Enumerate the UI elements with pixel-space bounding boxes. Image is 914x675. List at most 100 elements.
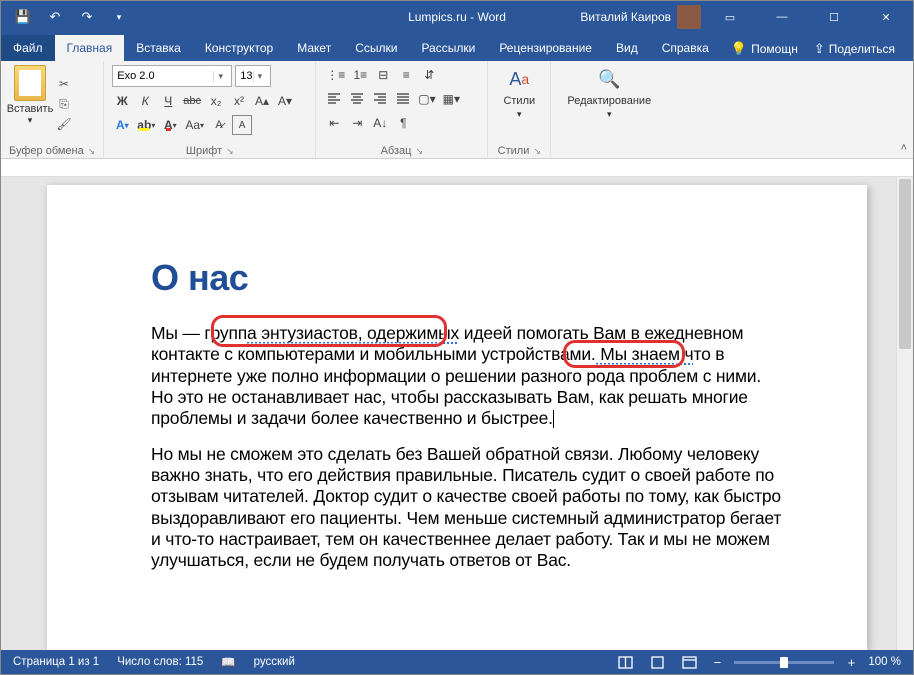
align-right-button[interactable] bbox=[370, 89, 390, 109]
change-case-button[interactable]: Aa▾ bbox=[183, 115, 206, 135]
grammar-squiggle-2[interactable]: Мы знаем ч bbox=[596, 344, 694, 364]
tab-layout[interactable]: Макет bbox=[285, 35, 343, 61]
status-wordcount[interactable]: Число слов: 115 bbox=[117, 656, 203, 668]
editing-button[interactable]: 🔍 Редактирование ▾ bbox=[559, 65, 659, 155]
grow-font-button[interactable]: A▴ bbox=[252, 91, 272, 111]
collapse-ribbon-icon[interactable]: ˄ bbox=[901, 142, 907, 154]
status-language[interactable]: русский bbox=[254, 656, 295, 668]
ruler[interactable] bbox=[1, 159, 913, 177]
align-left-button[interactable]: ≡ bbox=[396, 65, 416, 85]
group-styles-label: Стили bbox=[498, 145, 530, 157]
zoom-in-button[interactable]: + bbox=[844, 655, 858, 670]
font-launcher-icon[interactable]: ↘ bbox=[226, 146, 234, 157]
status-page[interactable]: Страница 1 из 1 bbox=[13, 656, 99, 668]
numbering-button[interactable]: 1≡ bbox=[350, 65, 370, 85]
paragraph-2: Но мы не сможем это сделать без Вашей об… bbox=[151, 444, 787, 572]
text-effects-button[interactable]: A▾ bbox=[112, 115, 132, 135]
group-editing: 🔍 Редактирование ▾ bbox=[551, 61, 667, 159]
bullets-button[interactable]: ⋮≡ bbox=[324, 65, 347, 85]
cut-icon[interactable]: ✂ bbox=[54, 75, 74, 93]
shrink-font-button[interactable]: A▾ bbox=[275, 91, 295, 111]
show-marks-button[interactable]: ¶ bbox=[393, 113, 413, 133]
minimize-button[interactable]: — bbox=[759, 1, 805, 33]
align-left-button[interactable] bbox=[324, 89, 344, 109]
vertical-scrollbar[interactable] bbox=[896, 177, 913, 650]
justify-button[interactable] bbox=[393, 89, 413, 109]
tab-review[interactable]: Рецензирование bbox=[487, 35, 604, 61]
font-size-select[interactable]: 13▾ bbox=[235, 65, 271, 87]
zoom-out-button[interactable]: − bbox=[710, 655, 724, 670]
bold-button[interactable]: Ж bbox=[112, 91, 132, 111]
subscript-button[interactable]: x₂ bbox=[206, 91, 226, 111]
copy-icon[interactable]: ⎘ bbox=[54, 95, 74, 113]
tab-references[interactable]: Ссылки bbox=[343, 35, 409, 61]
tab-help[interactable]: Справка bbox=[650, 35, 721, 61]
qat-dropdown-icon[interactable]: ▾ bbox=[105, 3, 133, 31]
group-styles: Aa Стили ▾ Стили↘ bbox=[488, 61, 551, 159]
grammar-squiggle-1[interactable]: а энтузиастов, одержимых bbox=[247, 323, 459, 343]
group-clipboard: Вставить ▾ ✂ ⎘ 🖌 Буфер обмена↘ bbox=[1, 61, 104, 159]
read-mode-icon[interactable] bbox=[614, 653, 636, 671]
borders-button[interactable]: ▦▾ bbox=[441, 89, 462, 109]
redo-icon[interactable]: ↷ bbox=[73, 3, 101, 31]
paragraph-1: Мы — группа энтузиастов, одержимых идеей… bbox=[151, 323, 787, 430]
format-painter-icon[interactable]: 🖌 bbox=[54, 115, 74, 133]
group-font-label: Шрифт bbox=[186, 145, 222, 157]
share-button[interactable]: ⇪ Поделиться bbox=[808, 37, 901, 61]
heading: О нас bbox=[151, 257, 787, 299]
scroll-thumb[interactable] bbox=[899, 179, 911, 349]
align-center-button[interactable] bbox=[347, 89, 367, 109]
paste-button[interactable]: Вставить ▾ bbox=[9, 65, 51, 143]
maximize-button[interactable]: ☐ bbox=[811, 1, 857, 33]
ribbon: Вставить ▾ ✂ ⎘ 🖌 Буфер обмена↘ Exo 2.0▾ … bbox=[1, 61, 913, 159]
line-spacing-button[interactable]: ⇵ bbox=[419, 65, 439, 85]
chevron-down-icon: ▾ bbox=[253, 71, 267, 82]
lightbulb-icon: 💡 bbox=[731, 41, 747, 57]
multilevel-button[interactable]: ⊟ bbox=[373, 65, 393, 85]
quick-access-toolbar: 💾 ↶ ↷ ▾ bbox=[1, 3, 133, 31]
tab-file[interactable]: Файл bbox=[1, 35, 55, 61]
decrease-indent-button[interactable]: ⇤ bbox=[324, 113, 344, 133]
tell-me-button[interactable]: 💡 Помощн bbox=[725, 37, 804, 61]
print-layout-icon[interactable] bbox=[646, 653, 668, 671]
window-title: Lumpics.ru - Word bbox=[408, 10, 506, 24]
paragraph-launcher-icon[interactable]: ↘ bbox=[415, 146, 423, 157]
zoom-level[interactable]: 100 % bbox=[868, 656, 901, 668]
styles-launcher-icon[interactable]: ↘ bbox=[533, 146, 541, 157]
proofing-icon[interactable]: 📖 bbox=[221, 655, 235, 669]
tab-home[interactable]: Главная bbox=[55, 35, 125, 61]
page[interactable]: О нас Мы — группа энтузиастов, одержимых… bbox=[47, 185, 867, 650]
highlight-button[interactable]: ab▾ bbox=[135, 115, 157, 135]
group-font: Exo 2.0▾ 13▾ Ж К Ч abc x₂ x² A▴ A▾ A▾ ab… bbox=[104, 61, 316, 159]
ribbon-options-icon[interactable]: ▭ bbox=[707, 1, 753, 33]
web-layout-icon[interactable] bbox=[678, 653, 700, 671]
save-icon[interactable]: 💾 bbox=[9, 3, 37, 31]
tab-design[interactable]: Конструктор bbox=[193, 35, 285, 61]
strikethrough-button[interactable]: abc bbox=[181, 91, 203, 111]
superscript-button[interactable]: x² bbox=[229, 91, 249, 111]
tab-insert[interactable]: Вставка bbox=[124, 35, 193, 61]
clear-formatting-button[interactable]: A̷ bbox=[209, 115, 229, 135]
undo-icon[interactable]: ↶ bbox=[41, 3, 69, 31]
tab-mailings[interactable]: Рассылки bbox=[409, 35, 487, 61]
italic-button[interactable]: К bbox=[135, 91, 155, 111]
close-button[interactable]: ✕ bbox=[863, 1, 909, 33]
styles-button[interactable]: Aa Стили ▾ bbox=[496, 65, 542, 143]
user-name: Виталий Каиров bbox=[580, 10, 671, 24]
character-border-button[interactable]: A bbox=[232, 115, 252, 135]
zoom-slider[interactable] bbox=[734, 661, 834, 664]
sort-button[interactable]: A↓ bbox=[370, 113, 390, 133]
chevron-down-icon: ▾ bbox=[213, 71, 227, 82]
underline-button[interactable]: Ч bbox=[158, 91, 178, 111]
clipboard-icon bbox=[14, 65, 46, 101]
doc-title: Lumpics.ru bbox=[408, 10, 467, 24]
styles-icon: Aa bbox=[505, 65, 533, 93]
font-color-button[interactable]: A▾ bbox=[160, 115, 180, 135]
tab-view[interactable]: Вид bbox=[604, 35, 650, 61]
clipboard-launcher-icon[interactable]: ↘ bbox=[88, 146, 96, 157]
document-area: О нас Мы — группа энтузиастов, одержимых… bbox=[1, 177, 913, 650]
shading-button[interactable]: ▢▾ bbox=[416, 89, 437, 109]
font-name-select[interactable]: Exo 2.0▾ bbox=[112, 65, 232, 87]
avatar[interactable] bbox=[677, 5, 701, 29]
increase-indent-button[interactable]: ⇥ bbox=[347, 113, 367, 133]
